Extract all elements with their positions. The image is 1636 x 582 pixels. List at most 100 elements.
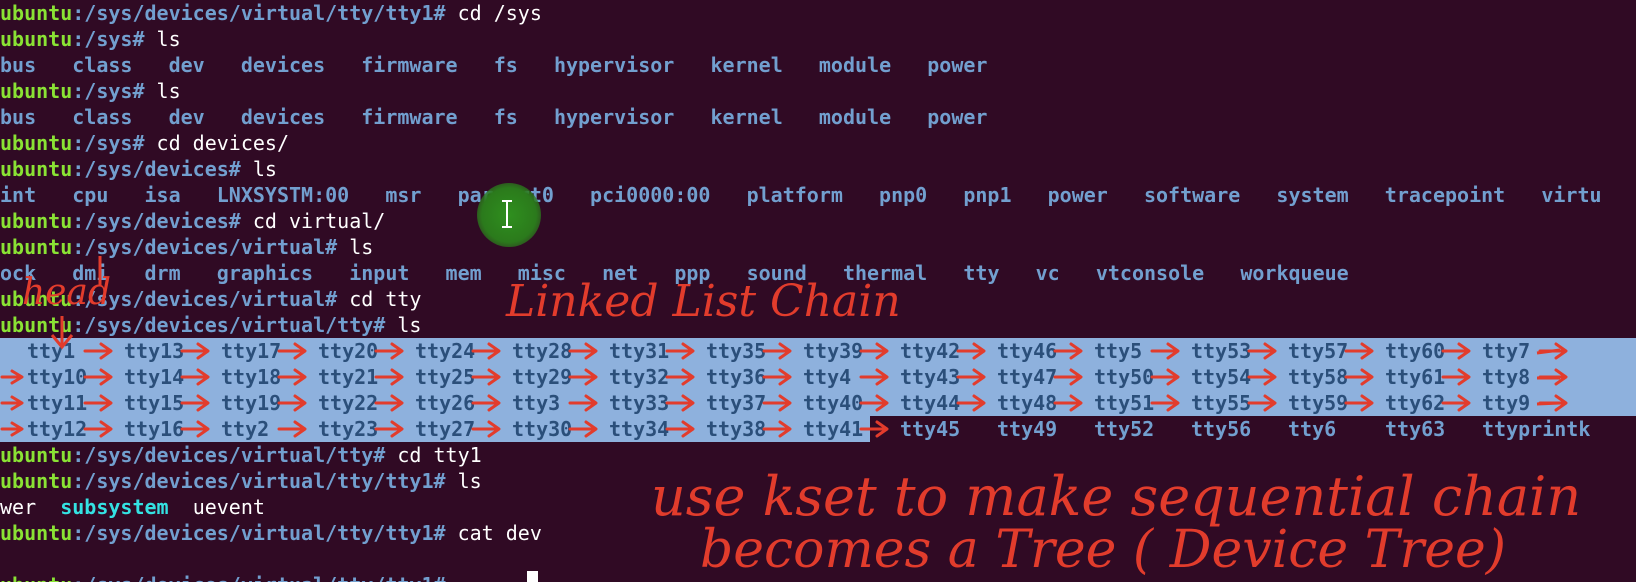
tty-device-entry[interactable]: tty7 xyxy=(1482,338,1530,364)
dir-entry: virtu xyxy=(1541,183,1602,207)
tty-device-entry[interactable]: tty38 xyxy=(706,416,766,442)
tty-device-entry[interactable]: tty12 xyxy=(27,416,87,442)
prompt-path: :/sys/devices/virtual/tty/tty1# xyxy=(72,521,446,545)
dir-entry: vc xyxy=(1035,261,1060,285)
tty-device-entry[interactable]: tty15 xyxy=(124,390,184,416)
command-text: cd devices/ xyxy=(144,131,289,155)
tty-device-entry[interactable]: tty49 xyxy=(997,416,1057,442)
tty-device-entry[interactable]: tty19 xyxy=(221,390,281,416)
tty-device-entry[interactable]: tty53 xyxy=(1191,338,1251,364)
tty-device-entry[interactable]: tty47 xyxy=(997,364,1057,390)
tty-device-entry[interactable]: tty51 xyxy=(1094,390,1154,416)
tty-device-entry[interactable]: tty62 xyxy=(1385,390,1445,416)
file-entry: subsystem xyxy=(60,495,169,519)
terminal-line: ubuntu:/sys# ls xyxy=(0,78,181,104)
tty-device-entry[interactable]: tty36 xyxy=(706,364,766,390)
tty-device-entry[interactable]: tty20 xyxy=(318,338,378,364)
tty-device-entry[interactable]: tty2 xyxy=(221,416,269,442)
terminal-window[interactable]: ubuntu:/sys/devices/virtual/tty/tty1# cd… xyxy=(0,0,1636,582)
tty-device-entry[interactable]: tty8 xyxy=(1482,364,1530,390)
tty-device-entry[interactable]: tty24 xyxy=(415,338,475,364)
dir-entry: module xyxy=(818,53,892,77)
dir-entry: devices xyxy=(240,53,326,77)
tty-device-entry[interactable]: tty56 xyxy=(1191,416,1251,442)
tty-device-entry[interactable]: ttyprintk xyxy=(1482,416,1590,442)
terminal-line: ubuntu:/sys# ls xyxy=(0,26,181,52)
command-text: ls xyxy=(144,27,181,51)
tty-device-entry[interactable]: tty14 xyxy=(124,364,184,390)
annotation-kset-line1: use kset to make sequential chain xyxy=(651,465,1582,528)
tty-device-entry[interactable]: tty10 xyxy=(27,364,87,390)
dir-entry: pnp1 xyxy=(963,183,1012,207)
dir-entry: dev xyxy=(168,105,205,129)
tty-listing-selection[interactable]: tty1 tty10 tty11 tty12 tty13 tty14 tty15 tty16 t… xyxy=(0,338,1636,442)
tty-device-entry[interactable]: tty32 xyxy=(609,364,669,390)
tty-device-entry[interactable]: tty61 xyxy=(1385,364,1445,390)
command-text xyxy=(446,573,458,582)
tty-device-entry[interactable]: tty58 xyxy=(1288,364,1348,390)
terminal-line: ubuntu:/sys/devices# ls xyxy=(0,156,277,182)
tty-device-entry[interactable]: tty16 xyxy=(124,416,184,442)
dir-entry: system xyxy=(1276,183,1349,207)
tty-device-entry[interactable]: tty45 xyxy=(900,416,960,442)
tty-device-entry[interactable]: tty25 xyxy=(415,364,475,390)
tty-device-entry[interactable]: tty13 xyxy=(124,338,184,364)
tty-device-entry[interactable]: tty40 xyxy=(803,390,863,416)
tty-device-entry[interactable]: tty6 xyxy=(1288,416,1336,442)
tty-device-entry[interactable]: tty18 xyxy=(221,364,281,390)
tty-device-entry[interactable]: tty42 xyxy=(900,338,960,364)
tty-device-entry[interactable]: tty63 xyxy=(1385,416,1445,442)
command-text: cd tty1 xyxy=(385,443,482,467)
tty-device-entry[interactable]: tty50 xyxy=(1094,364,1154,390)
dir-entry: power xyxy=(927,53,988,77)
dir-entry: msr xyxy=(385,183,422,207)
tty-device-entry[interactable]: tty44 xyxy=(900,390,960,416)
tty-device-entry[interactable]: tty30 xyxy=(512,416,572,442)
dir-entry: drm xyxy=(144,261,181,285)
tty-device-entry[interactable]: tty4 xyxy=(803,364,851,390)
dir-entry: graphics xyxy=(216,261,314,285)
tty-device-entry[interactable]: tty28 xyxy=(512,338,572,364)
terminal-line: ubuntu:/sys/devices/virtual/tty/tty1# xyxy=(0,572,458,582)
tty-device-entry[interactable]: tty60 xyxy=(1385,338,1445,364)
tty-device-entry[interactable]: tty48 xyxy=(997,390,1057,416)
tty-device-entry[interactable]: tty54 xyxy=(1191,364,1251,390)
tty-device-entry[interactable]: tty55 xyxy=(1191,390,1251,416)
tty-device-entry[interactable]: tty43 xyxy=(900,364,960,390)
tty-device-entry[interactable]: tty39 xyxy=(803,338,863,364)
tty-device-entry[interactable]: tty34 xyxy=(609,416,669,442)
annotation-kset-line2: becomes a Tree ( Device Tree) xyxy=(700,520,1507,580)
tty-device-entry[interactable]: tty17 xyxy=(221,338,281,364)
command-text: ls xyxy=(445,469,482,493)
tty-device-entry[interactable]: tty46 xyxy=(997,338,1057,364)
tty-device-entry[interactable]: tty59 xyxy=(1288,390,1348,416)
tty-device-entry[interactable]: tty5 xyxy=(1094,338,1142,364)
prompt-path: :/sys/devices# xyxy=(72,157,241,181)
tty-device-entry[interactable]: tty23 xyxy=(318,416,378,442)
tty-device-entry[interactable]: tty37 xyxy=(706,390,766,416)
tty-device-entry[interactable]: tty41 xyxy=(803,416,863,442)
tty-device-entry[interactable]: tty27 xyxy=(415,416,475,442)
prompt-path: :/sys# xyxy=(72,27,145,51)
tty-device-entry[interactable]: tty22 xyxy=(318,390,378,416)
tty-device-entry[interactable]: tty57 xyxy=(1288,338,1348,364)
prompt-user: ubuntu xyxy=(0,1,73,25)
tty-device-entry[interactable]: tty26 xyxy=(415,390,475,416)
tty-device-entry[interactable]: tty11 xyxy=(27,390,87,416)
tty-device-entry[interactable]: tty31 xyxy=(609,338,669,364)
tty-device-entry[interactable]: tty29 xyxy=(512,364,572,390)
tty-device-entry[interactable]: tty3 xyxy=(512,390,560,416)
tty-device-entry[interactable]: tty1 xyxy=(27,338,75,364)
tty-device-entry[interactable]: tty33 xyxy=(609,390,669,416)
dir-entry: fs xyxy=(493,53,518,77)
file-entry: wer xyxy=(0,495,37,519)
command-text: ls xyxy=(385,313,422,337)
tty-device-entry[interactable]: tty21 xyxy=(318,364,378,390)
terminal-line: ubuntu:/sys/devices/virtual/tty/tty1# ca… xyxy=(0,520,542,546)
prompt-user: ubuntu xyxy=(0,469,73,493)
tty-device-entry[interactable]: tty9 xyxy=(1482,390,1530,416)
dir-entry: hypervisor xyxy=(553,105,675,129)
tty-device-entry[interactable]: tty52 xyxy=(1094,416,1154,442)
tty-device-entry[interactable]: tty35 xyxy=(706,338,766,364)
terminal-line: ubuntu:/sys/devices# cd virtual/ xyxy=(0,208,385,234)
